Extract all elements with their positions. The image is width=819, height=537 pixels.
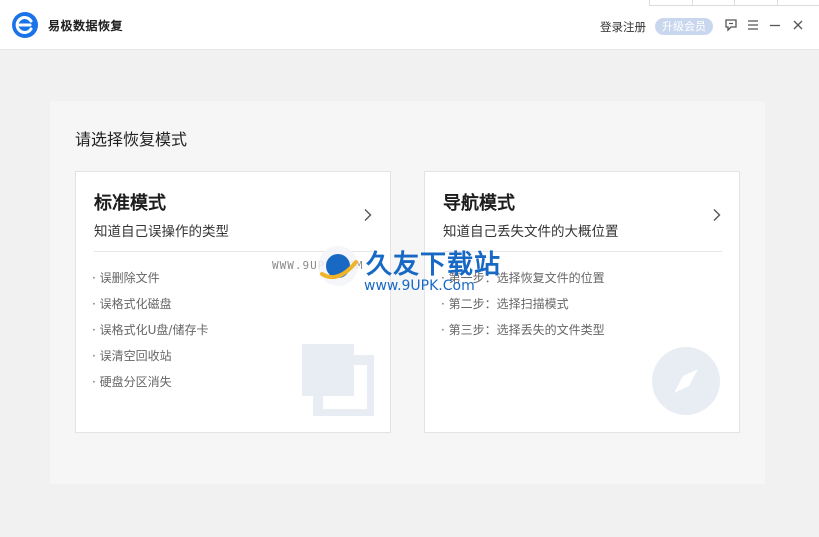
list-item: · 第三步：选择丢失的文件类型: [441, 323, 605, 337]
list-item: · 第二步：选择扫描模式: [441, 297, 569, 311]
close-icon[interactable]: [789, 16, 807, 34]
card-subtitle: 知道自己丢失文件的大概位置: [443, 224, 619, 240]
card-title: 导航模式: [443, 193, 515, 214]
guide-mode-card[interactable]: 导航模式 知道自己丢失文件的大概位置 · 第一步：选择恢复文件的位置 · 第二步…: [424, 171, 740, 433]
upgrade-vip-button[interactable]: 升级会员: [655, 18, 713, 35]
title-bar: 易极数据恢复 登录注册 升级会员: [0, 0, 819, 50]
card-title: 标准模式: [94, 193, 166, 214]
card-subtitle: 知道自己误操作的类型: [94, 224, 229, 240]
feedback-icon[interactable]: [722, 16, 740, 34]
list-item: · 硬盘分区消失: [92, 375, 172, 389]
standard-mode-card[interactable]: 标准模式 知道自己误操作的类型 · 误删除文件 · 误格式化磁盘 · 误格式化U…: [75, 171, 391, 433]
chevron-right-icon: [364, 209, 372, 221]
overlapping-squares-icon: [302, 344, 374, 416]
standard-mode-list: · 误删除文件 · 误格式化磁盘 · 误格式化U盘/储存卡 · 误清空回收站 ·…: [92, 270, 208, 400]
list-item: · 误清空回收站: [92, 349, 172, 363]
mode-selection-panel: 请选择恢复模式 标准模式 知道自己误操作的类型 · 误删除文件 · 误格式化磁盘…: [50, 101, 765, 484]
compass-icon: [652, 347, 720, 415]
menu-icon[interactable]: [744, 16, 762, 34]
top-tab-strip: [649, 0, 819, 6]
app-logo-icon: [12, 12, 38, 38]
list-item: · 误格式化磁盘: [92, 297, 172, 311]
login-register-link[interactable]: 登录注册: [600, 19, 646, 35]
list-item: · 误删除文件: [92, 271, 160, 285]
divider: [94, 251, 373, 252]
divider: [443, 251, 722, 252]
chevron-right-icon: [713, 209, 721, 221]
panel-title: 请选择恢复模式: [75, 130, 188, 149]
list-item: · 误格式化U盘/储存卡: [92, 323, 209, 337]
list-item: · 第一步：选择恢复文件的位置: [441, 271, 605, 285]
guide-mode-list: · 第一步：选择恢复文件的位置 · 第二步：选择扫描模式 · 第三步：选择丢失的…: [441, 270, 605, 348]
app-title: 易极数据恢复: [48, 19, 124, 33]
minimize-icon[interactable]: [766, 16, 784, 34]
